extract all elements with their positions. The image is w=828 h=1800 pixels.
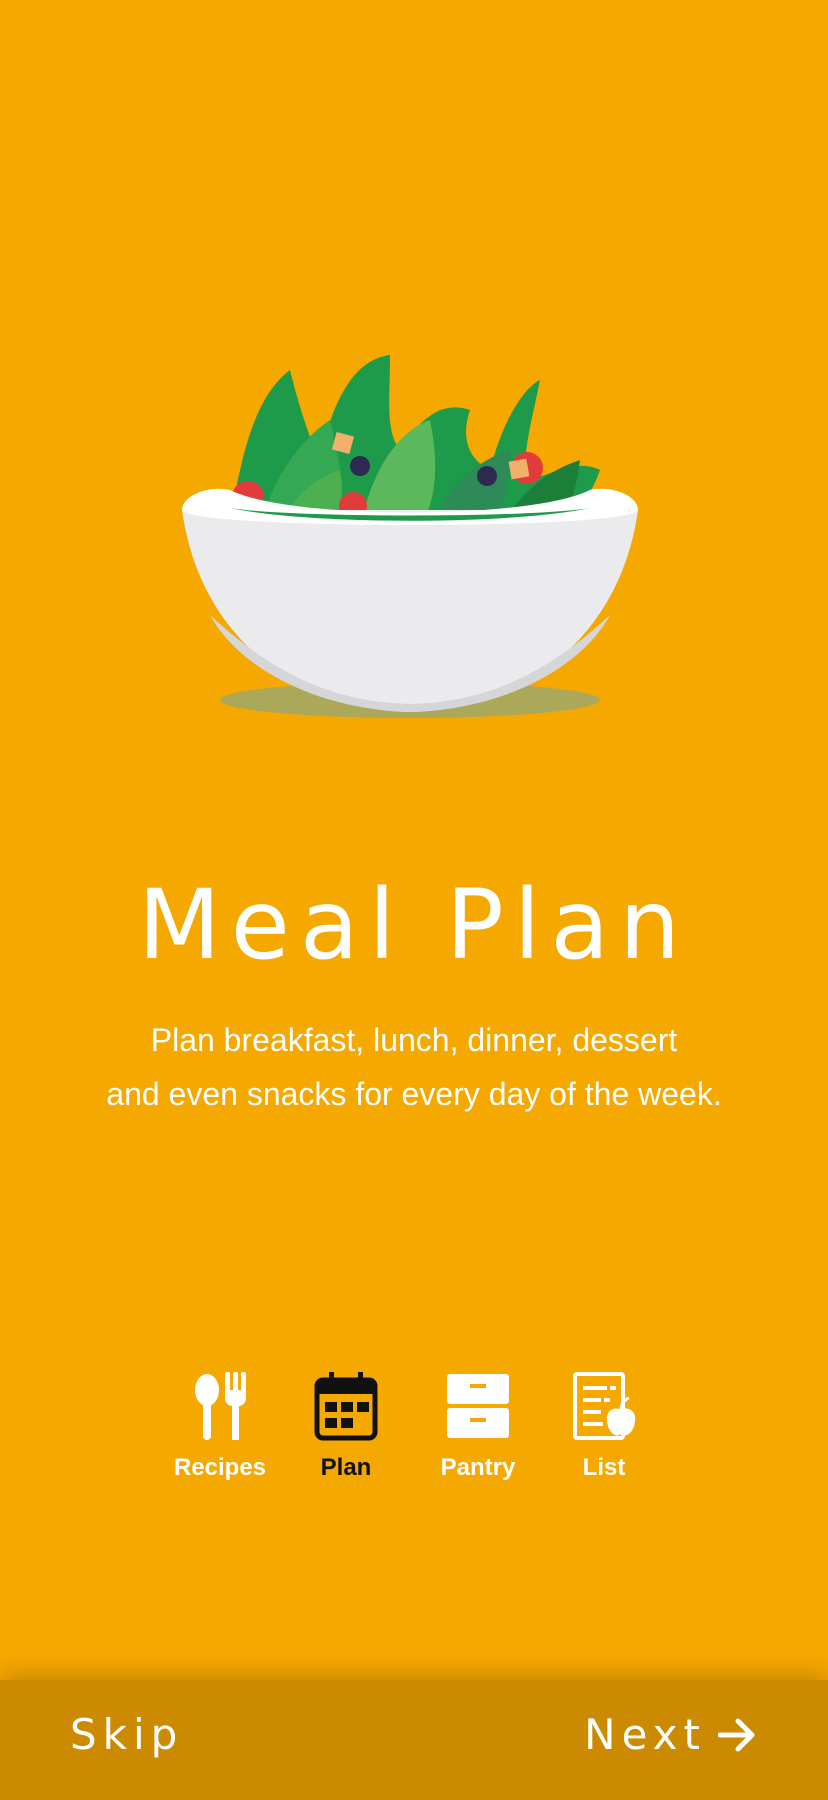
feature-label-list: List [582, 1454, 626, 1481]
feature-label-plan: Plan [320, 1454, 372, 1481]
salad-bowl-illustration [182, 355, 638, 718]
list-apple-icon [573, 1372, 636, 1440]
feature-list: List [544, 1372, 664, 1482]
next-button[interactable]: Next [584, 1710, 758, 1759]
feature-pantry: Pantry [418, 1372, 538, 1482]
spoon-fork-icon [195, 1372, 246, 1440]
bottom-navigation-bar: Skip Next [0, 1680, 828, 1800]
calendar-icon [314, 1372, 378, 1441]
next-label: Next [584, 1710, 706, 1759]
cabinet-icon [447, 1374, 509, 1438]
page-title: Meal Plan [137, 869, 691, 981]
feature-label-pantry: Pantry [440, 1454, 516, 1481]
arrow-right-icon [718, 1718, 755, 1751]
skip-button[interactable]: Skip [70, 1710, 183, 1759]
description-line-1: Plan breakfast, lunch, dinner, dessert [150, 1022, 678, 1058]
feature-label-recipes: Recipes [173, 1454, 267, 1481]
feature-icons-row: Recipes Plan Pantry List [160, 1372, 680, 1492]
feature-plan: Plan [286, 1372, 406, 1482]
description-line-2: and even snacks for every day of the wee… [106, 1076, 722, 1112]
feature-recipes: Recipes [160, 1372, 280, 1482]
